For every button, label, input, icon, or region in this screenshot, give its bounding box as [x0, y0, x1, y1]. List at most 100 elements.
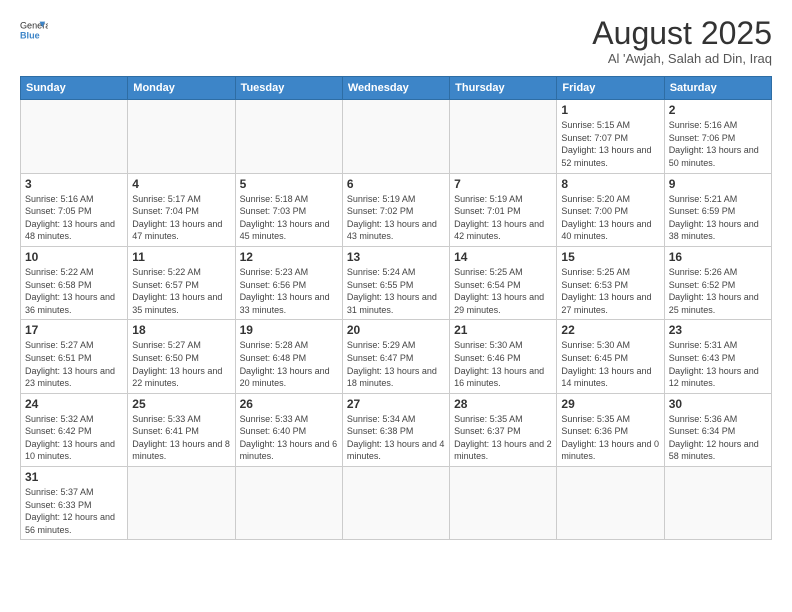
- day-number: 7: [454, 177, 552, 191]
- day-info: Sunrise: 5:23 AM Sunset: 6:56 PM Dayligh…: [240, 266, 338, 316]
- day-number: 4: [132, 177, 230, 191]
- table-row: 27 Sunrise: 5:34 AM Sunset: 6:38 PM Dayli…: [342, 393, 449, 466]
- calendar-header-row: Sunday Monday Tuesday Wednesday Thursday…: [21, 77, 772, 100]
- day-info: Sunrise: 5:24 AM Sunset: 6:55 PM Dayligh…: [347, 266, 445, 316]
- table-row: 5 Sunrise: 5:18 AM Sunset: 7:03 PM Daylig…: [235, 173, 342, 246]
- table-row: 4 Sunrise: 5:17 AM Sunset: 7:04 PM Daylig…: [128, 173, 235, 246]
- day-number: 24: [25, 397, 123, 411]
- logo: General Blue: [20, 16, 48, 44]
- table-row: [557, 467, 664, 540]
- table-row: 12 Sunrise: 5:23 AM Sunset: 6:56 PM Dayli…: [235, 246, 342, 319]
- day-number: 13: [347, 250, 445, 264]
- day-number: 26: [240, 397, 338, 411]
- table-row: 17 Sunrise: 5:27 AM Sunset: 6:51 PM Dayli…: [21, 320, 128, 393]
- table-row: 15 Sunrise: 5:25 AM Sunset: 6:53 PM Dayli…: [557, 246, 664, 319]
- day-number: 23: [669, 323, 767, 337]
- col-saturday: Saturday: [664, 77, 771, 100]
- table-row: [235, 100, 342, 173]
- col-sunday: Sunday: [21, 77, 128, 100]
- day-info: Sunrise: 5:20 AM Sunset: 7:00 PM Dayligh…: [561, 193, 659, 243]
- table-row: [128, 467, 235, 540]
- day-info: Sunrise: 5:34 AM Sunset: 6:38 PM Dayligh…: [347, 413, 445, 463]
- day-number: 30: [669, 397, 767, 411]
- day-number: 12: [240, 250, 338, 264]
- day-info: Sunrise: 5:30 AM Sunset: 6:46 PM Dayligh…: [454, 339, 552, 389]
- table-row: [450, 467, 557, 540]
- day-info: Sunrise: 5:15 AM Sunset: 7:07 PM Dayligh…: [561, 119, 659, 169]
- day-info: Sunrise: 5:25 AM Sunset: 6:54 PM Dayligh…: [454, 266, 552, 316]
- table-row: 2Sunrise: 5:16 AM Sunset: 7:06 PM Daylig…: [664, 100, 771, 173]
- page-header: General Blue August 2025 Al 'Awjah, Sala…: [20, 16, 772, 66]
- table-row: 3 Sunrise: 5:16 AM Sunset: 7:05 PM Daylig…: [21, 173, 128, 246]
- table-row: 1Sunrise: 5:15 AM Sunset: 7:07 PM Daylig…: [557, 100, 664, 173]
- table-row: 10Sunrise: 5:22 AM Sunset: 6:58 PM Dayli…: [21, 246, 128, 319]
- day-number: 27: [347, 397, 445, 411]
- day-number: 25: [132, 397, 230, 411]
- col-monday: Monday: [128, 77, 235, 100]
- day-info: Sunrise: 5:16 AM Sunset: 7:05 PM Dayligh…: [25, 193, 123, 243]
- table-row: 6Sunrise: 5:19 AM Sunset: 7:02 PM Daylig…: [342, 173, 449, 246]
- day-info: Sunrise: 5:31 AM Sunset: 6:43 PM Dayligh…: [669, 339, 767, 389]
- table-row: [664, 467, 771, 540]
- day-number: 21: [454, 323, 552, 337]
- day-number: 20: [347, 323, 445, 337]
- day-info: Sunrise: 5:35 AM Sunset: 6:36 PM Dayligh…: [561, 413, 659, 463]
- table-row: 21 Sunrise: 5:30 AM Sunset: 6:46 PM Dayli…: [450, 320, 557, 393]
- col-tuesday: Tuesday: [235, 77, 342, 100]
- day-info: Sunrise: 5:26 AM Sunset: 6:52 PM Dayligh…: [669, 266, 767, 316]
- table-row: 19 Sunrise: 5:28 AM Sunset: 6:48 PM Dayli…: [235, 320, 342, 393]
- table-row: 31Sunrise: 5:37 AM Sunset: 6:33 PM Dayli…: [21, 467, 128, 540]
- table-row: [450, 100, 557, 173]
- day-number: 8: [561, 177, 659, 191]
- day-number: 22: [561, 323, 659, 337]
- table-row: [235, 467, 342, 540]
- table-row: 14 Sunrise: 5:25 AM Sunset: 6:54 PM Dayli…: [450, 246, 557, 319]
- day-info: Sunrise: 5:29 AM Sunset: 6:47 PM Dayligh…: [347, 339, 445, 389]
- day-number: 2: [669, 103, 767, 117]
- table-row: 26 Sunrise: 5:33 AM Sunset: 6:40 PM Dayli…: [235, 393, 342, 466]
- table-row: 18Sunrise: 5:27 AM Sunset: 6:50 PM Dayli…: [128, 320, 235, 393]
- day-info: Sunrise: 5:18 AM Sunset: 7:03 PM Dayligh…: [240, 193, 338, 243]
- table-row: 13 Sunrise: 5:24 AM Sunset: 6:55 PM Dayli…: [342, 246, 449, 319]
- col-thursday: Thursday: [450, 77, 557, 100]
- day-number: 19: [240, 323, 338, 337]
- table-row: 8 Sunrise: 5:20 AM Sunset: 7:00 PM Daylig…: [557, 173, 664, 246]
- table-row: 24 Sunrise: 5:32 AM Sunset: 6:42 PM Dayli…: [21, 393, 128, 466]
- day-number: 3: [25, 177, 123, 191]
- table-row: 11Sunrise: 5:22 AM Sunset: 6:57 PM Dayli…: [128, 246, 235, 319]
- day-info: Sunrise: 5:32 AM Sunset: 6:42 PM Dayligh…: [25, 413, 123, 463]
- table-row: [21, 100, 128, 173]
- day-number: 17: [25, 323, 123, 337]
- day-info: Sunrise: 5:21 AM Sunset: 6:59 PM Dayligh…: [669, 193, 767, 243]
- day-info: Sunrise: 5:36 AM Sunset: 6:34 PM Dayligh…: [669, 413, 767, 463]
- day-info: Sunrise: 5:33 AM Sunset: 6:40 PM Dayligh…: [240, 413, 338, 463]
- day-number: 16: [669, 250, 767, 264]
- day-info: Sunrise: 5:25 AM Sunset: 6:53 PM Dayligh…: [561, 266, 659, 316]
- day-info: Sunrise: 5:22 AM Sunset: 6:57 PM Dayligh…: [132, 266, 230, 316]
- day-info: Sunrise: 5:30 AM Sunset: 6:45 PM Dayligh…: [561, 339, 659, 389]
- calendar-subtitle: Al 'Awjah, Salah ad Din, Iraq: [592, 51, 772, 66]
- day-number: 14: [454, 250, 552, 264]
- day-info: Sunrise: 5:27 AM Sunset: 6:51 PM Dayligh…: [25, 339, 123, 389]
- day-number: 15: [561, 250, 659, 264]
- day-info: Sunrise: 5:22 AM Sunset: 6:58 PM Dayligh…: [25, 266, 123, 316]
- day-number: 31: [25, 470, 123, 484]
- generalblue-logo-icon: General Blue: [20, 16, 48, 44]
- table-row: 30 Sunrise: 5:36 AM Sunset: 6:34 PM Dayli…: [664, 393, 771, 466]
- calendar-table: Sunday Monday Tuesday Wednesday Thursday…: [20, 76, 772, 540]
- table-row: 29 Sunrise: 5:35 AM Sunset: 6:36 PM Dayli…: [557, 393, 664, 466]
- day-info: Sunrise: 5:28 AM Sunset: 6:48 PM Dayligh…: [240, 339, 338, 389]
- day-info: Sunrise: 5:27 AM Sunset: 6:50 PM Dayligh…: [132, 339, 230, 389]
- table-row: 16 Sunrise: 5:26 AM Sunset: 6:52 PM Dayli…: [664, 246, 771, 319]
- day-number: 6: [347, 177, 445, 191]
- col-wednesday: Wednesday: [342, 77, 449, 100]
- table-row: [128, 100, 235, 173]
- day-number: 29: [561, 397, 659, 411]
- col-friday: Friday: [557, 77, 664, 100]
- day-number: 9: [669, 177, 767, 191]
- table-row: 22 Sunrise: 5:30 AM Sunset: 6:45 PM Dayli…: [557, 320, 664, 393]
- day-info: Sunrise: 5:17 AM Sunset: 7:04 PM Dayligh…: [132, 193, 230, 243]
- table-row: 7Sunrise: 5:19 AM Sunset: 7:01 PM Daylig…: [450, 173, 557, 246]
- table-row: 28Sunrise: 5:35 AM Sunset: 6:37 PM Dayli…: [450, 393, 557, 466]
- day-number: 5: [240, 177, 338, 191]
